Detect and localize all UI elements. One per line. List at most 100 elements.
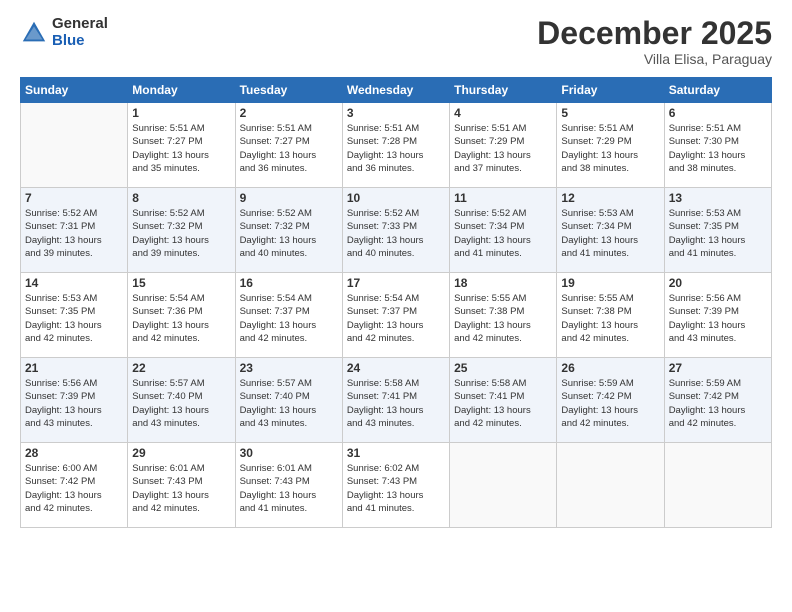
calendar-cell: 9 Sunrise: 5:52 AM Sunset: 7:32 PM Daylig… xyxy=(235,188,342,273)
calendar-cell: 21 Sunrise: 5:56 AM Sunset: 7:39 PM Dayli… xyxy=(21,358,128,443)
day-info: Sunrise: 5:59 AM Sunset: 7:42 PM Dayligh… xyxy=(561,377,659,430)
calendar-cell: 5 Sunrise: 5:51 AM Sunset: 7:29 PM Daylig… xyxy=(557,103,664,188)
calendar-cell: 26 Sunrise: 5:59 AM Sunset: 7:42 PM Dayli… xyxy=(557,358,664,443)
day-number: 4 xyxy=(454,106,552,120)
calendar-cell: 19 Sunrise: 5:55 AM Sunset: 7:38 PM Dayli… xyxy=(557,273,664,358)
logo-general-text: General xyxy=(52,16,108,33)
calendar-header-thursday: Thursday xyxy=(450,78,557,103)
day-number: 10 xyxy=(347,191,445,205)
calendar-cell: 17 Sunrise: 5:54 AM Sunset: 7:37 PM Dayli… xyxy=(342,273,449,358)
calendar-week-row: 28 Sunrise: 6:00 AM Sunset: 7:42 PM Dayli… xyxy=(21,443,772,528)
day-info: Sunrise: 5:52 AM Sunset: 7:31 PM Dayligh… xyxy=(25,207,123,260)
page: General Blue December 2025 Villa Elisa, … xyxy=(0,0,792,612)
subtitle: Villa Elisa, Paraguay xyxy=(537,51,772,67)
calendar-cell: 8Sunrise: 5:52 AM Sunset: 7:32 PM Daylig… xyxy=(128,188,235,273)
logo-blue-text: Blue xyxy=(52,33,108,50)
day-info: Sunrise: 6:01 AM Sunset: 7:43 PM Dayligh… xyxy=(240,462,338,515)
calendar-cell: 29 Sunrise: 6:01 AM Sunset: 7:43 PM Dayli… xyxy=(128,443,235,528)
day-number: 31 xyxy=(347,446,445,460)
day-number: 28 xyxy=(25,446,123,460)
day-info: Sunrise: 6:02 AM Sunset: 7:43 PM Dayligh… xyxy=(347,462,445,515)
calendar-cell xyxy=(21,103,128,188)
title-block: December 2025 Villa Elisa, Paraguay xyxy=(537,16,772,67)
day-number: 1 xyxy=(132,106,230,120)
calendar-header-row: SundayMondayTuesdayWednesdayThursdayFrid… xyxy=(21,78,772,103)
calendar-cell: 20 Sunrise: 5:56 AM Sunset: 7:39 PM Dayli… xyxy=(664,273,771,358)
calendar-header-monday: Monday xyxy=(128,78,235,103)
calendar-cell: 10 Sunrise: 5:52 AM Sunset: 7:33 PM Dayli… xyxy=(342,188,449,273)
header: General Blue December 2025 Villa Elisa, … xyxy=(20,16,772,67)
calendar-cell: 30 Sunrise: 6:01 AM Sunset: 7:43 PM Dayli… xyxy=(235,443,342,528)
calendar-table: SundayMondayTuesdayWednesdayThursdayFrid… xyxy=(20,77,772,528)
calendar-cell: 4Sunrise: 5:51 AM Sunset: 7:29 PM Daylig… xyxy=(450,103,557,188)
day-number: 15 xyxy=(132,276,230,290)
calendar-cell: 1 Sunrise: 5:51 AM Sunset: 7:27 PM Daylig… xyxy=(128,103,235,188)
day-info: Sunrise: 5:52 AM Sunset: 7:32 PM Dayligh… xyxy=(240,207,338,260)
day-number: 17 xyxy=(347,276,445,290)
calendar-cell: 6Sunrise: 5:51 AM Sunset: 7:30 PM Daylig… xyxy=(664,103,771,188)
day-info: Sunrise: 5:51 AM Sunset: 7:29 PM Dayligh… xyxy=(561,122,659,175)
day-info: Sunrise: 5:57 AM Sunset: 7:40 PM Dayligh… xyxy=(132,377,230,430)
calendar-cell xyxy=(557,443,664,528)
day-number: 22 xyxy=(132,361,230,375)
day-number: 20 xyxy=(669,276,767,290)
calendar-header-wednesday: Wednesday xyxy=(342,78,449,103)
day-number: 2 xyxy=(240,106,338,120)
calendar-cell xyxy=(450,443,557,528)
calendar-header-sunday: Sunday xyxy=(21,78,128,103)
calendar-cell: 25 Sunrise: 5:58 AM Sunset: 7:41 PM Dayli… xyxy=(450,358,557,443)
day-number: 12 xyxy=(561,191,659,205)
day-info: Sunrise: 5:53 AM Sunset: 7:35 PM Dayligh… xyxy=(669,207,767,260)
day-number: 18 xyxy=(454,276,552,290)
day-number: 7 xyxy=(25,191,123,205)
calendar-header-tuesday: Tuesday xyxy=(235,78,342,103)
day-info: Sunrise: 5:56 AM Sunset: 7:39 PM Dayligh… xyxy=(25,377,123,430)
day-info: Sunrise: 5:55 AM Sunset: 7:38 PM Dayligh… xyxy=(561,292,659,345)
calendar-week-row: 7 Sunrise: 5:52 AM Sunset: 7:31 PM Daylig… xyxy=(21,188,772,273)
day-info: Sunrise: 5:57 AM Sunset: 7:40 PM Dayligh… xyxy=(240,377,338,430)
day-number: 29 xyxy=(132,446,230,460)
day-number: 23 xyxy=(240,361,338,375)
day-info: Sunrise: 5:54 AM Sunset: 7:37 PM Dayligh… xyxy=(347,292,445,345)
day-number: 9 xyxy=(240,191,338,205)
day-number: 19 xyxy=(561,276,659,290)
day-info: Sunrise: 5:52 AM Sunset: 7:32 PM Dayligh… xyxy=(132,207,230,260)
day-info: Sunrise: 6:00 AM Sunset: 7:42 PM Dayligh… xyxy=(25,462,123,515)
day-number: 21 xyxy=(25,361,123,375)
calendar-cell: 15Sunrise: 5:54 AM Sunset: 7:36 PM Dayli… xyxy=(128,273,235,358)
logo-icon xyxy=(20,19,48,47)
calendar-cell: 18Sunrise: 5:55 AM Sunset: 7:38 PM Dayli… xyxy=(450,273,557,358)
day-number: 30 xyxy=(240,446,338,460)
day-info: Sunrise: 5:53 AM Sunset: 7:35 PM Dayligh… xyxy=(25,292,123,345)
day-number: 26 xyxy=(561,361,659,375)
day-info: Sunrise: 5:58 AM Sunset: 7:41 PM Dayligh… xyxy=(347,377,445,430)
day-number: 13 xyxy=(669,191,767,205)
calendar-cell: 24Sunrise: 5:58 AM Sunset: 7:41 PM Dayli… xyxy=(342,358,449,443)
logo: General Blue xyxy=(20,16,108,49)
day-info: Sunrise: 5:51 AM Sunset: 7:27 PM Dayligh… xyxy=(132,122,230,175)
calendar-cell: 28 Sunrise: 6:00 AM Sunset: 7:42 PM Dayli… xyxy=(21,443,128,528)
calendar-cell: 7 Sunrise: 5:52 AM Sunset: 7:31 PM Daylig… xyxy=(21,188,128,273)
day-info: Sunrise: 5:52 AM Sunset: 7:33 PM Dayligh… xyxy=(347,207,445,260)
calendar-cell: 22 Sunrise: 5:57 AM Sunset: 7:40 PM Dayli… xyxy=(128,358,235,443)
calendar-cell: 27Sunrise: 5:59 AM Sunset: 7:42 PM Dayli… xyxy=(664,358,771,443)
day-number: 25 xyxy=(454,361,552,375)
calendar-cell: 14Sunrise: 5:53 AM Sunset: 7:35 PM Dayli… xyxy=(21,273,128,358)
calendar-cell: 13 Sunrise: 5:53 AM Sunset: 7:35 PM Dayli… xyxy=(664,188,771,273)
day-info: Sunrise: 5:51 AM Sunset: 7:28 PM Dayligh… xyxy=(347,122,445,175)
calendar-cell: 31 Sunrise: 6:02 AM Sunset: 7:43 PM Dayli… xyxy=(342,443,449,528)
calendar-cell: 2 Sunrise: 5:51 AM Sunset: 7:27 PM Daylig… xyxy=(235,103,342,188)
day-number: 6 xyxy=(669,106,767,120)
day-info: Sunrise: 5:51 AM Sunset: 7:27 PM Dayligh… xyxy=(240,122,338,175)
calendar-cell: 12 Sunrise: 5:53 AM Sunset: 7:34 PM Dayli… xyxy=(557,188,664,273)
day-number: 5 xyxy=(561,106,659,120)
day-info: Sunrise: 6:01 AM Sunset: 7:43 PM Dayligh… xyxy=(132,462,230,515)
calendar-week-row: 14Sunrise: 5:53 AM Sunset: 7:35 PM Dayli… xyxy=(21,273,772,358)
calendar-cell: 3 Sunrise: 5:51 AM Sunset: 7:28 PM Daylig… xyxy=(342,103,449,188)
day-info: Sunrise: 5:53 AM Sunset: 7:34 PM Dayligh… xyxy=(561,207,659,260)
day-info: Sunrise: 5:58 AM Sunset: 7:41 PM Dayligh… xyxy=(454,377,552,430)
day-number: 3 xyxy=(347,106,445,120)
calendar-cell: 11Sunrise: 5:52 AM Sunset: 7:34 PM Dayli… xyxy=(450,188,557,273)
day-number: 27 xyxy=(669,361,767,375)
day-info: Sunrise: 5:56 AM Sunset: 7:39 PM Dayligh… xyxy=(669,292,767,345)
